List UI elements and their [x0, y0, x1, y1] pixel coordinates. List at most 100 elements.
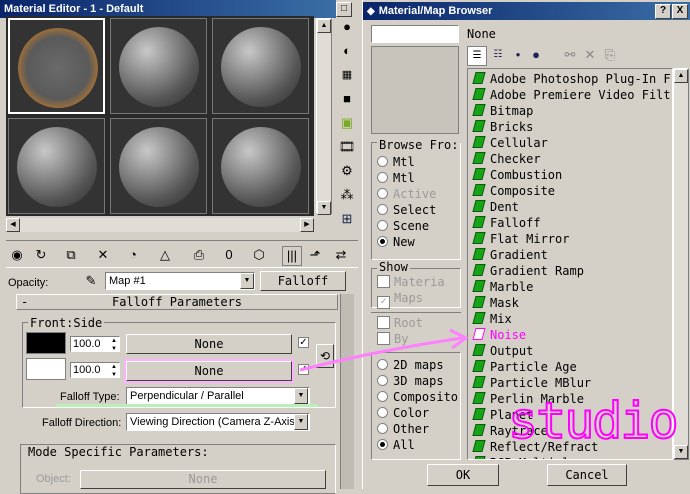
browse-from-option[interactable]: Select: [377, 202, 461, 218]
map-list-item[interactable]: Particle Age: [468, 359, 672, 375]
view-list-icon[interactable]: ☰: [467, 46, 487, 66]
falloff-direction-dropdown[interactable]: Viewing Direction (Camera Z-Axis): [126, 413, 310, 431]
maximize-icon[interactable]: □: [336, 2, 352, 17]
map-list-item[interactable]: RGB Multiply: [468, 455, 672, 459]
map-list-item[interactable]: Particle MBlur: [468, 375, 672, 391]
cancel-button[interactable]: Cancel: [547, 464, 627, 486]
map-list-item[interactable]: Bitmap: [468, 103, 672, 119]
spinner-arrows-icon[interactable]: ▲ ▼: [109, 337, 119, 352]
scroll-down-icon[interactable]: ▼: [674, 445, 688, 459]
assign-to-selection-icon[interactable]: ⧉: [62, 246, 80, 264]
options-icon[interactable]: ⚙: [338, 162, 356, 180]
map-list-item[interactable]: Perlin Marble: [468, 391, 672, 407]
select-by-material-icon[interactable]: ⁂: [338, 186, 356, 204]
swap-colors-icon[interactable]: ⟲: [316, 344, 334, 368]
side-color-swatch[interactable]: [26, 358, 66, 380]
browser-search-field[interactable]: [371, 25, 459, 43]
front-map-button[interactable]: None: [126, 334, 292, 354]
map-list-item[interactable]: Flat Mirror: [468, 231, 672, 247]
side-map-button[interactable]: None: [124, 359, 294, 383]
sample-slot-1[interactable]: [8, 18, 105, 114]
uv-tiling-icon[interactable]: ■: [338, 90, 356, 108]
browse-from-option[interactable]: Mtl: [377, 170, 461, 186]
reset-map-icon[interactable]: ✕: [94, 246, 112, 264]
map-list-item[interactable]: Mask: [468, 295, 672, 311]
map-list-item[interactable]: Combustion: [468, 167, 672, 183]
slots-hscrollbar[interactable]: ◀ ▶: [6, 218, 314, 232]
map-list-item[interactable]: Planet: [468, 407, 672, 423]
root-only-checkbox[interactable]: Root: [377, 315, 423, 331]
clear-library-icon[interactable]: ⎘: [601, 46, 619, 64]
map-list-item[interactable]: Noise: [468, 327, 672, 343]
show-materials-checkbox[interactable]: Materia: [377, 274, 445, 290]
update-scene-materials-icon[interactable]: ⚯: [561, 46, 579, 64]
falloff-type-dropdown[interactable]: Perpendicular / Parallel: [126, 387, 310, 405]
map-filter-option[interactable]: Color: [377, 405, 461, 421]
sample-slot-4[interactable]: [8, 118, 105, 214]
scroll-right-icon[interactable]: ▶: [300, 218, 314, 232]
show-map-in-viewport-icon[interactable]: ⬡: [250, 246, 268, 264]
close-icon[interactable]: X: [672, 4, 688, 19]
map-name-dropdown-icon[interactable]: ▼: [240, 273, 254, 289]
browse-from-option[interactable]: Scene: [377, 218, 461, 234]
view-large-icons-icon[interactable]: ●: [527, 46, 545, 64]
map-filter-option[interactable]: All: [377, 437, 461, 453]
falloff-parameters-rollout[interactable]: - Falloff Parameters: [16, 294, 338, 310]
chevron-down-icon[interactable]: ▼: [294, 388, 308, 404]
go-to-parent-icon[interactable]: ⬏: [306, 246, 324, 264]
show-end-result-icon[interactable]: |||: [282, 246, 302, 266]
go-forward-to-sibling-icon[interactable]: ⇄: [332, 246, 350, 264]
side-map-checkbox[interactable]: ✓: [298, 364, 309, 375]
object-pick-button[interactable]: None: [80, 470, 326, 489]
show-maps-checkbox[interactable]: ✓ Maps: [377, 290, 423, 309]
scroll-up-icon[interactable]: ▲: [674, 69, 688, 83]
copy-material-icon[interactable]: ◔: [124, 246, 142, 264]
material-effects-channel-icon[interactable]: 0: [220, 246, 238, 264]
browse-from-option[interactable]: Mtl: [377, 154, 461, 170]
map-list-item[interactable]: Checker: [468, 151, 672, 167]
make-preview-icon[interactable]: 🎞: [338, 138, 356, 156]
map-filter-option[interactable]: 3D maps: [377, 373, 461, 389]
view-list-icons-icon[interactable]: ☷: [489, 46, 507, 64]
map-list-item[interactable]: Cellular: [468, 135, 672, 151]
video-color-check-icon[interactable]: ▣: [338, 114, 356, 132]
chevron-down-icon[interactable]: ▼: [294, 414, 308, 430]
view-small-icons-icon[interactable]: ●: [509, 46, 527, 64]
get-material-icon[interactable]: ◉: [8, 246, 26, 264]
background-checker-icon[interactable]: ▦: [338, 66, 356, 84]
map-list[interactable]: Adobe Photoshop Plug-In F Adobe Premiere …: [467, 68, 673, 460]
front-map-checkbox[interactable]: ✓: [298, 337, 309, 348]
delete-from-library-icon[interactable]: ✕: [581, 46, 599, 64]
scroll-up-icon[interactable]: ▲: [317, 19, 331, 33]
help-icon[interactable]: ?: [655, 4, 671, 19]
map-list-item[interactable]: Adobe Premiere Video Filt: [468, 87, 672, 103]
by-object-checkbox[interactable]: By: [377, 331, 408, 347]
slots-vscrollbar[interactable]: ▲ ▼: [316, 18, 332, 215]
map-list-item[interactable]: Marble: [468, 279, 672, 295]
sample-slot-2[interactable]: [110, 18, 207, 114]
map-type-button[interactable]: Falloff: [260, 271, 346, 291]
make-unique-icon[interactable]: △: [156, 246, 174, 264]
put-to-library-icon[interactable]: ⎙: [190, 246, 208, 264]
browse-from-option[interactable]: New: [377, 234, 461, 250]
material-map-navigator-icon[interactable]: ⊞: [338, 210, 356, 228]
browse-from-option[interactable]: Active: [377, 186, 461, 202]
map-filter-option[interactable]: 2D maps: [377, 357, 461, 373]
front-color-swatch[interactable]: [26, 332, 66, 354]
map-list-item[interactable]: Bricks: [468, 119, 672, 135]
map-list-item[interactable]: Dent: [468, 199, 672, 215]
map-list-item[interactable]: Gradient Ramp: [468, 263, 672, 279]
map-list-item[interactable]: Output: [468, 343, 672, 359]
ok-button[interactable]: OK: [427, 464, 499, 486]
map-list-scrollbar[interactable]: ▲ ▼: [673, 68, 689, 460]
map-name-field[interactable]: Map #1: [105, 272, 255, 290]
sample-slot-6[interactable]: [212, 118, 309, 214]
front-amount-spinner[interactable]: 100.0 ▲ ▼: [70, 336, 120, 352]
map-list-item[interactable]: Falloff: [468, 215, 672, 231]
side-amount-spinner[interactable]: 100.0 ▲ ▼: [70, 362, 120, 378]
spinner-arrows-icon[interactable]: ▲ ▼: [109, 363, 119, 378]
pick-material-from-object-icon[interactable]: ✎: [82, 272, 100, 290]
map-list-item[interactable]: Gradient: [468, 247, 672, 263]
map-filter-option[interactable]: Composito: [377, 389, 461, 405]
put-to-scene-icon[interactable]: ↻: [32, 246, 50, 264]
